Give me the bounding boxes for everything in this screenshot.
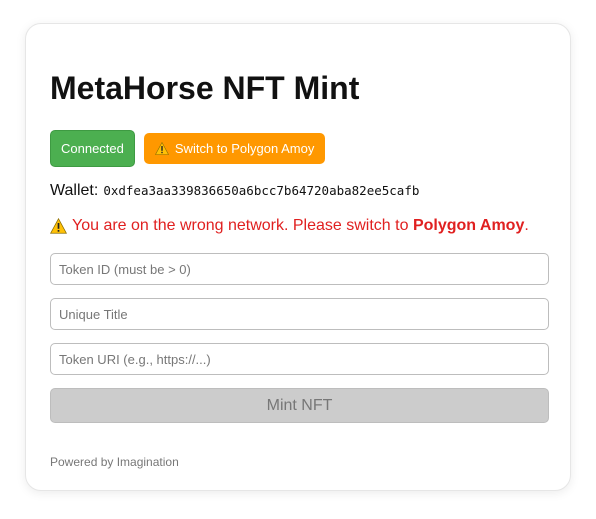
wallet-label: Wallet: — [50, 182, 99, 199]
mint-button[interactable]: Mint NFT — [50, 388, 549, 423]
footer-text: Powered by Imagination — [50, 455, 179, 469]
warning-network-name: Polygon Amoy — [412, 217, 525, 234]
switch-network-button[interactable]: Switch to Polygon Amoy — [143, 133, 326, 164]
wallet-info: Wallet: 0xdfea3aa339836650a6bcc7b64720ab… — [50, 182, 419, 200]
token-id-input[interactable] — [50, 253, 549, 285]
connected-button[interactable]: Connected — [50, 130, 135, 167]
page-title: MetaHorse NFT Mint — [50, 70, 360, 106]
token-uri-input[interactable] — [50, 343, 549, 375]
network-warning: You are on the wrong network. Please swi… — [50, 217, 529, 235]
warning-icon — [154, 142, 169, 155]
mint-card: MetaHorse NFT Mint Connected Switch to P… — [25, 23, 571, 491]
warning-text-end: . — [524, 217, 529, 234]
switch-network-label: Switch to Polygon Amoy — [174, 141, 315, 156]
wallet-address: 0xdfea3aa339836650a6bcc7b64720aba82ee5ca… — [103, 183, 420, 198]
title-input[interactable] — [50, 298, 549, 330]
wallet-actions: Connected Switch to Polygon Amoy — [50, 130, 326, 167]
warning-icon — [50, 218, 67, 234]
warning-text: You are on the wrong network. Please swi… — [72, 217, 413, 234]
